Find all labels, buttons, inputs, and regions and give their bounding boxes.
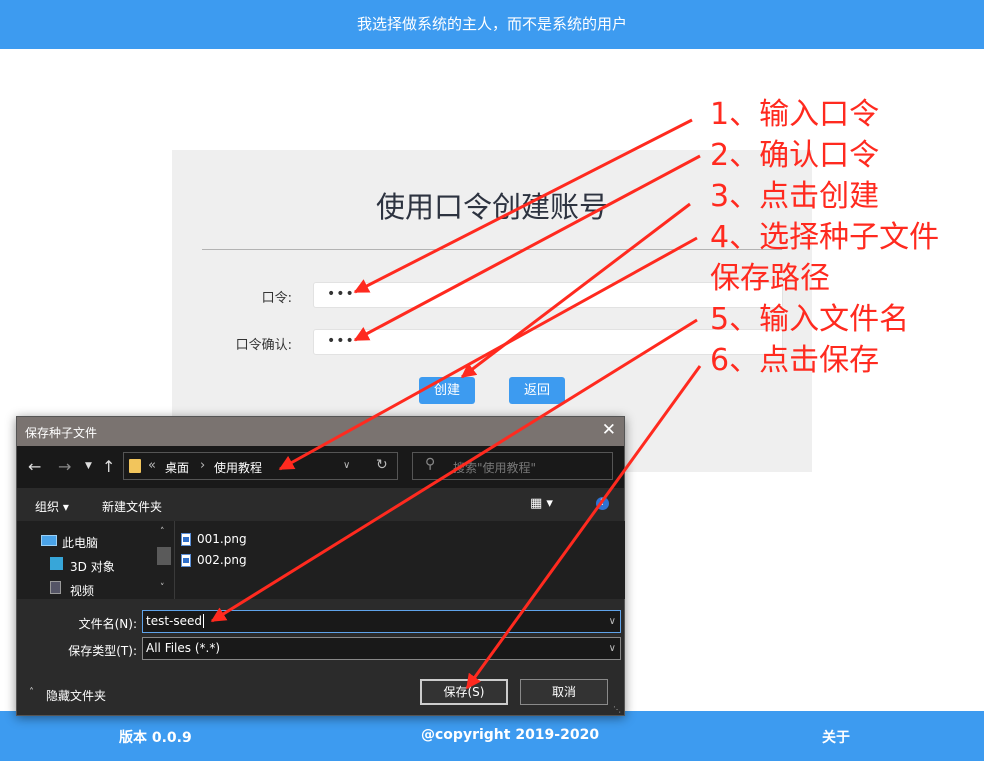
file-name: 002.png <box>197 553 247 567</box>
close-icon[interactable]: ✕ <box>602 420 616 440</box>
nav-item-this-pc[interactable]: 此电脑 <box>62 534 98 551</box>
password-label: 口令: <box>261 291 292 306</box>
png-file-icon <box>181 533 191 546</box>
view-icon[interactable]: ▦ ▾ <box>530 496 553 511</box>
text-cursor <box>203 614 205 628</box>
png-file-icon <box>181 554 191 567</box>
address-bar[interactable]: « 桌面 › 使用教程 ∨ ↻ <box>123 452 398 480</box>
dialog-toolbar: 组织 ▾ 新建文件夹 ▦ ▾ ? <box>17 488 624 521</box>
dialog-titlebar[interactable]: 保存种子文件 ✕ <box>17 417 624 446</box>
nav-item-videos[interactable]: 视频 <box>70 582 94 599</box>
cancel-button[interactable]: 取消 <box>520 679 608 705</box>
forward-arrow-icon[interactable]: → <box>58 457 71 476</box>
chevron-down-icon[interactable]: ∨ <box>609 611 616 632</box>
back-button[interactable]: 返回 <box>509 377 565 404</box>
nav-item-3d-objects[interactable]: 3D 对象 <box>70 558 115 575</box>
navigation-bar: ← → ▼ ↑ « 桌面 › 使用教程 ∨ ↻ ⚲ 搜索"使用教程" <box>17 446 624 488</box>
dialog-title: 保存种子文件 <box>25 426 98 440</box>
new-folder-button[interactable]: 新建文件夹 <box>102 498 162 515</box>
scrollbar-thumb[interactable] <box>157 547 171 565</box>
savetype-select[interactable]: All Files (*.*) ∨ <box>142 637 621 660</box>
create-button[interactable]: 创建 <box>419 377 475 404</box>
version-text: 版本 0.0.9 <box>119 730 192 746</box>
filename-value: test-seed <box>146 614 203 628</box>
save-button[interactable]: 保存(S) <box>420 679 508 705</box>
help-icon[interactable]: ? <box>596 497 609 510</box>
savetype-label: 保存类型(T): <box>68 644 137 658</box>
filename-input[interactable]: test-seed ∨ <box>142 610 621 633</box>
up-arrow-icon[interactable]: ↑ <box>102 457 115 476</box>
chevron-up-icon[interactable]: ˄ <box>29 687 34 698</box>
file-item[interactable]: 001.png <box>181 532 247 546</box>
savetype-value: All Files (*.*) <box>146 641 221 655</box>
address-dropdown-icon[interactable]: ∨ <box>343 460 350 471</box>
file-item[interactable]: 002.png <box>181 553 247 567</box>
breadcrumb-separator: › <box>200 458 206 473</box>
annotation-step-6: 6、点击保存 <box>710 343 880 378</box>
folder-icon <box>129 459 141 473</box>
file-name: 001.png <box>197 532 247 546</box>
computer-icon <box>41 535 57 546</box>
recent-chevron-icon[interactable]: ▼ <box>85 461 92 471</box>
chevron-down-icon[interactable]: ∨ <box>609 638 616 659</box>
resize-grip-icon[interactable]: ⋱ <box>613 705 621 714</box>
scroll-up-icon[interactable]: ˄ <box>160 527 165 537</box>
annotation-step-2: 2、确认口令 <box>710 138 880 173</box>
slogan-text: 我选择做系统的主人，而不是系统的用户 <box>356 15 627 33</box>
breadcrumb-desktop[interactable]: 桌面 <box>165 459 189 476</box>
navigation-pane: 此电脑 3D 对象 视频 ˄ ˅ <box>17 521 174 599</box>
breadcrumb-overflow[interactable]: « <box>148 458 156 473</box>
file-list: 001.png 002.png <box>174 521 625 599</box>
title-divider <box>202 249 782 250</box>
organize-button[interactable]: 组织 ▾ <box>35 498 69 515</box>
refresh-icon[interactable]: ↻ <box>376 457 388 473</box>
annotation-step-4-cont: 保存路径 <box>710 261 830 296</box>
annotation-step-4: 4、选择种子文件 <box>710 220 940 255</box>
save-dialog: 保存种子文件 ✕ ← → ▼ ↑ « 桌面 › 使用教程 ∨ ↻ ⚲ 搜索"使用… <box>16 416 625 716</box>
filename-label: 文件名(N): <box>78 617 137 631</box>
about-link[interactable]: 关于 <box>822 727 850 747</box>
annotation-step-1: 1、输入口令 <box>710 97 880 132</box>
search-icon: ⚲ <box>425 456 436 472</box>
annotation-step-5: 5、输入文件名 <box>710 302 910 337</box>
top-banner: 我选择做系统的主人，而不是系统的用户 <box>0 0 984 49</box>
3d-objects-icon <box>50 557 63 570</box>
copyright-text: @copyright 2019-2020 <box>421 727 600 743</box>
hide-folders-toggle[interactable]: 隐藏文件夹 <box>46 687 106 704</box>
annotation-step-3: 3、点击创建 <box>710 179 880 214</box>
breadcrumb-tutorial[interactable]: 使用教程 <box>214 459 262 476</box>
search-placeholder: 搜索"使用教程" <box>453 461 537 475</box>
search-box[interactable]: ⚲ 搜索"使用教程" <box>412 452 613 480</box>
footer: 版本 0.0.9 @copyright 2019-2020 关于 <box>0 711 984 761</box>
password-confirm-label: 口令确认: <box>235 338 292 353</box>
video-icon <box>50 581 61 594</box>
back-arrow-icon[interactable]: ← <box>28 457 41 476</box>
scroll-down-icon[interactable]: ˅ <box>160 583 165 593</box>
